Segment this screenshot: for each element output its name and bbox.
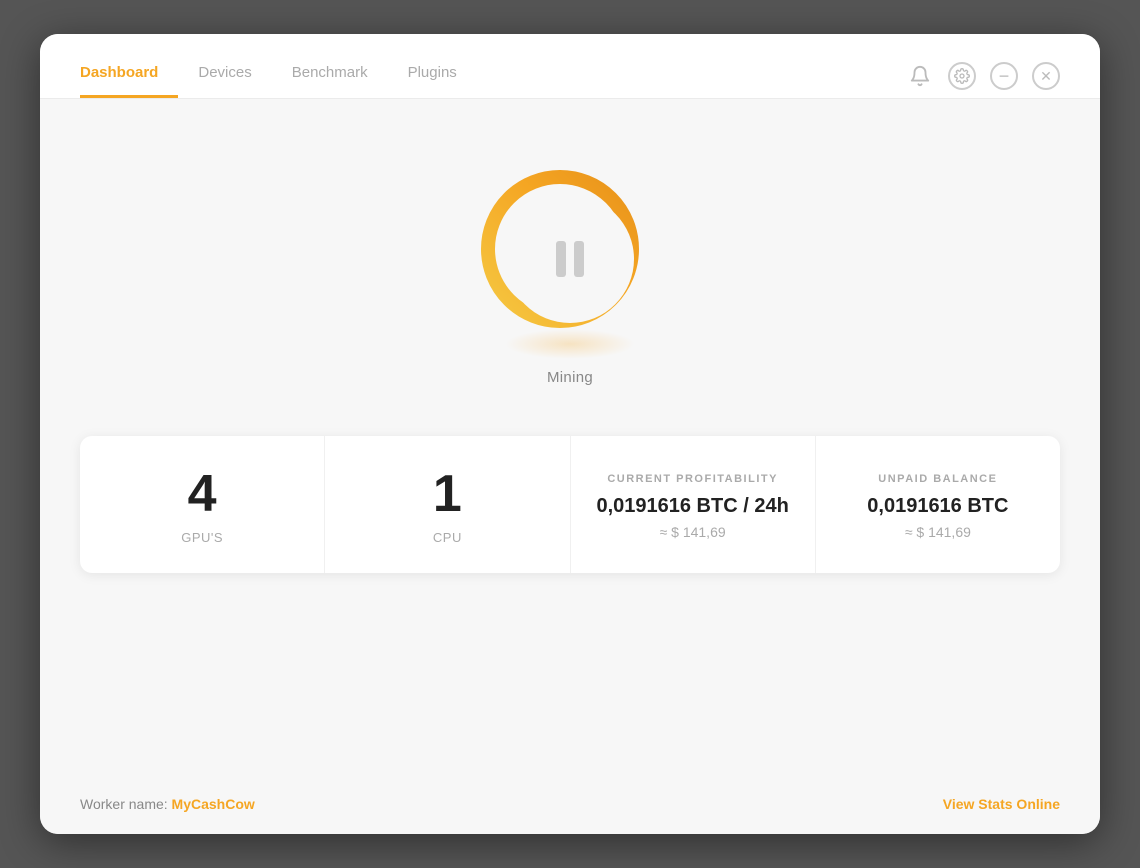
stat-card-gpus: 4 GPU'S bbox=[80, 436, 325, 573]
pause-button[interactable] bbox=[506, 195, 634, 323]
pause-bar-right bbox=[574, 241, 584, 277]
header: Dashboard Devices Benchmark Plugins − ✕ bbox=[40, 34, 1100, 99]
main-content: Mining 4 GPU'S 1 CPU CURRENT PROFITABILI… bbox=[40, 99, 1100, 774]
stat-card-cpu: 1 CPU bbox=[325, 436, 570, 573]
cpu-label: CPU bbox=[433, 530, 462, 545]
pause-bar-left bbox=[556, 241, 566, 277]
profitability-btc-value: 0,0191616 BTC / 24h bbox=[596, 495, 788, 518]
cpu-number: 1 bbox=[433, 468, 462, 520]
settings-icon[interactable] bbox=[948, 62, 976, 90]
profitability-section-label: CURRENT PROFITABILITY bbox=[607, 473, 778, 485]
stat-card-balance: UNPAID BALANCE 0,0191616 BTC ≈ $ 141,69 bbox=[816, 436, 1060, 573]
mining-status-label: Mining bbox=[547, 369, 593, 386]
view-stats-link[interactable]: View Stats Online bbox=[943, 796, 1060, 812]
header-icons: − ✕ bbox=[906, 62, 1060, 90]
worker-name: MyCashCow bbox=[172, 796, 255, 812]
tab-plugins[interactable]: Plugins bbox=[388, 54, 477, 98]
mining-glow bbox=[505, 329, 635, 359]
stats-row: 4 GPU'S 1 CPU CURRENT PROFITABILITY 0,01… bbox=[80, 436, 1060, 573]
pause-icon bbox=[556, 241, 584, 277]
worker-label: Worker name: MyCashCow bbox=[80, 796, 255, 812]
tab-devices[interactable]: Devices bbox=[178, 54, 271, 98]
balance-section-label: UNPAID BALANCE bbox=[878, 473, 997, 485]
close-icon[interactable]: ✕ bbox=[1032, 62, 1060, 90]
tab-benchmark[interactable]: Benchmark bbox=[272, 54, 388, 98]
mining-button-wrapper bbox=[480, 169, 660, 349]
footer: Worker name: MyCashCow View Stats Online bbox=[40, 774, 1100, 834]
app-window: Dashboard Devices Benchmark Plugins − ✕ bbox=[40, 34, 1100, 834]
mining-section: Mining bbox=[480, 169, 660, 386]
tab-dashboard[interactable]: Dashboard bbox=[80, 54, 178, 98]
balance-usd-value: ≈ $ 141,69 bbox=[905, 524, 971, 540]
minimize-icon[interactable]: − bbox=[990, 62, 1018, 90]
balance-btc-value: 0,0191616 BTC bbox=[867, 495, 1008, 518]
gpus-number: 4 bbox=[188, 468, 217, 520]
gpus-label: GPU'S bbox=[181, 530, 223, 545]
notifications-icon[interactable] bbox=[906, 62, 934, 90]
worker-prefix: Worker name: bbox=[80, 796, 172, 812]
nav-tabs: Dashboard Devices Benchmark Plugins bbox=[80, 54, 477, 98]
stat-card-profitability: CURRENT PROFITABILITY 0,0191616 BTC / 24… bbox=[571, 436, 816, 573]
profitability-usd-value: ≈ $ 141,69 bbox=[660, 524, 726, 540]
